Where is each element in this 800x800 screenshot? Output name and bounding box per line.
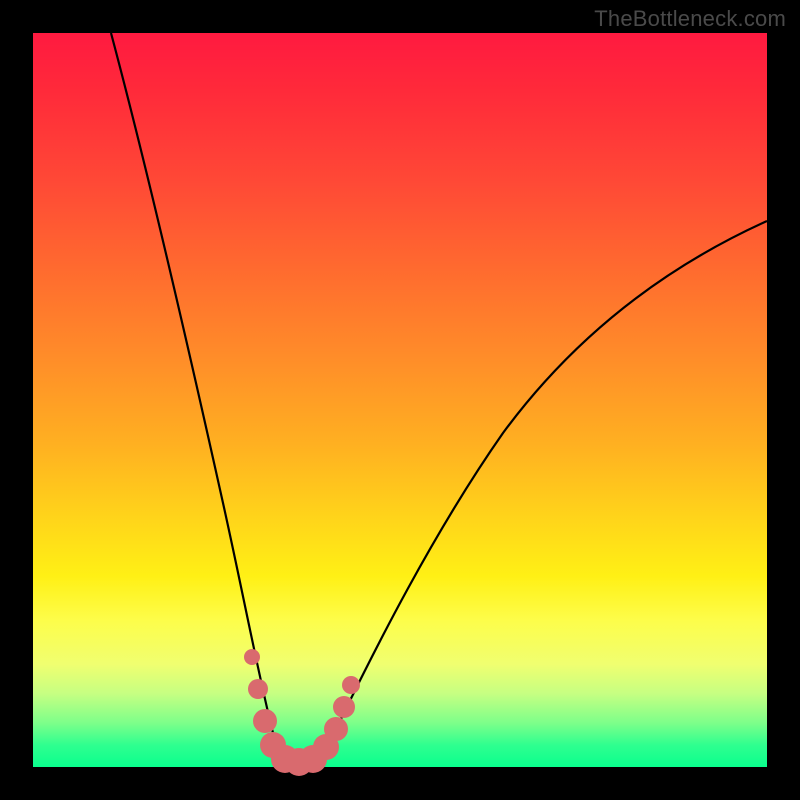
marker-dot: [248, 679, 268, 699]
curve-svg: [33, 33, 767, 767]
marker-dot: [342, 676, 360, 694]
chart-frame: TheBottleneck.com: [0, 0, 800, 800]
marker-dot: [324, 717, 348, 741]
bottleneck-curve: [111, 33, 767, 763]
marker-dot: [253, 709, 277, 733]
watermark-text: TheBottleneck.com: [594, 6, 786, 32]
highlight-cluster: [244, 649, 360, 776]
marker-dot: [333, 696, 355, 718]
plot-area: [33, 33, 767, 767]
marker-dot: [244, 649, 260, 665]
